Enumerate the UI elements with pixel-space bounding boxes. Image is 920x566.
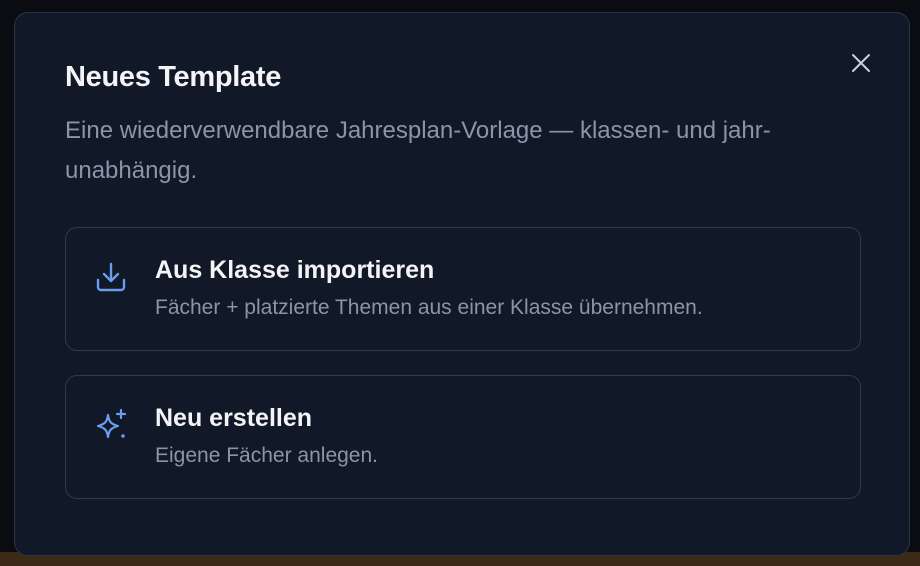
option-title: Neu erstellen (155, 404, 313, 432)
option-description: Fächer + platzierte Themen aus einer Kla… (155, 296, 703, 319)
import-from-class-option[interactable]: Aus Klasse importieren Fächer + platzier… (65, 227, 861, 351)
close-button[interactable] (847, 49, 875, 77)
option-description: Eigene Fächer anlegen. (155, 444, 378, 467)
option-title: Aus Klasse importieren (155, 256, 435, 284)
close-icon (852, 54, 870, 72)
download-icon (96, 262, 126, 292)
dialog-title: Neues Template (65, 61, 282, 93)
dialog-subtitle: Eine wiederverwendbare Jahresplan-Vorlag… (65, 117, 771, 184)
create-new-option[interactable]: Neu erstellen Eigene Fächer anlegen. (65, 375, 861, 499)
new-template-dialog: Neues Template Eine wiederverwendbare Ja… (14, 12, 910, 556)
sparkles-icon (96, 408, 127, 439)
